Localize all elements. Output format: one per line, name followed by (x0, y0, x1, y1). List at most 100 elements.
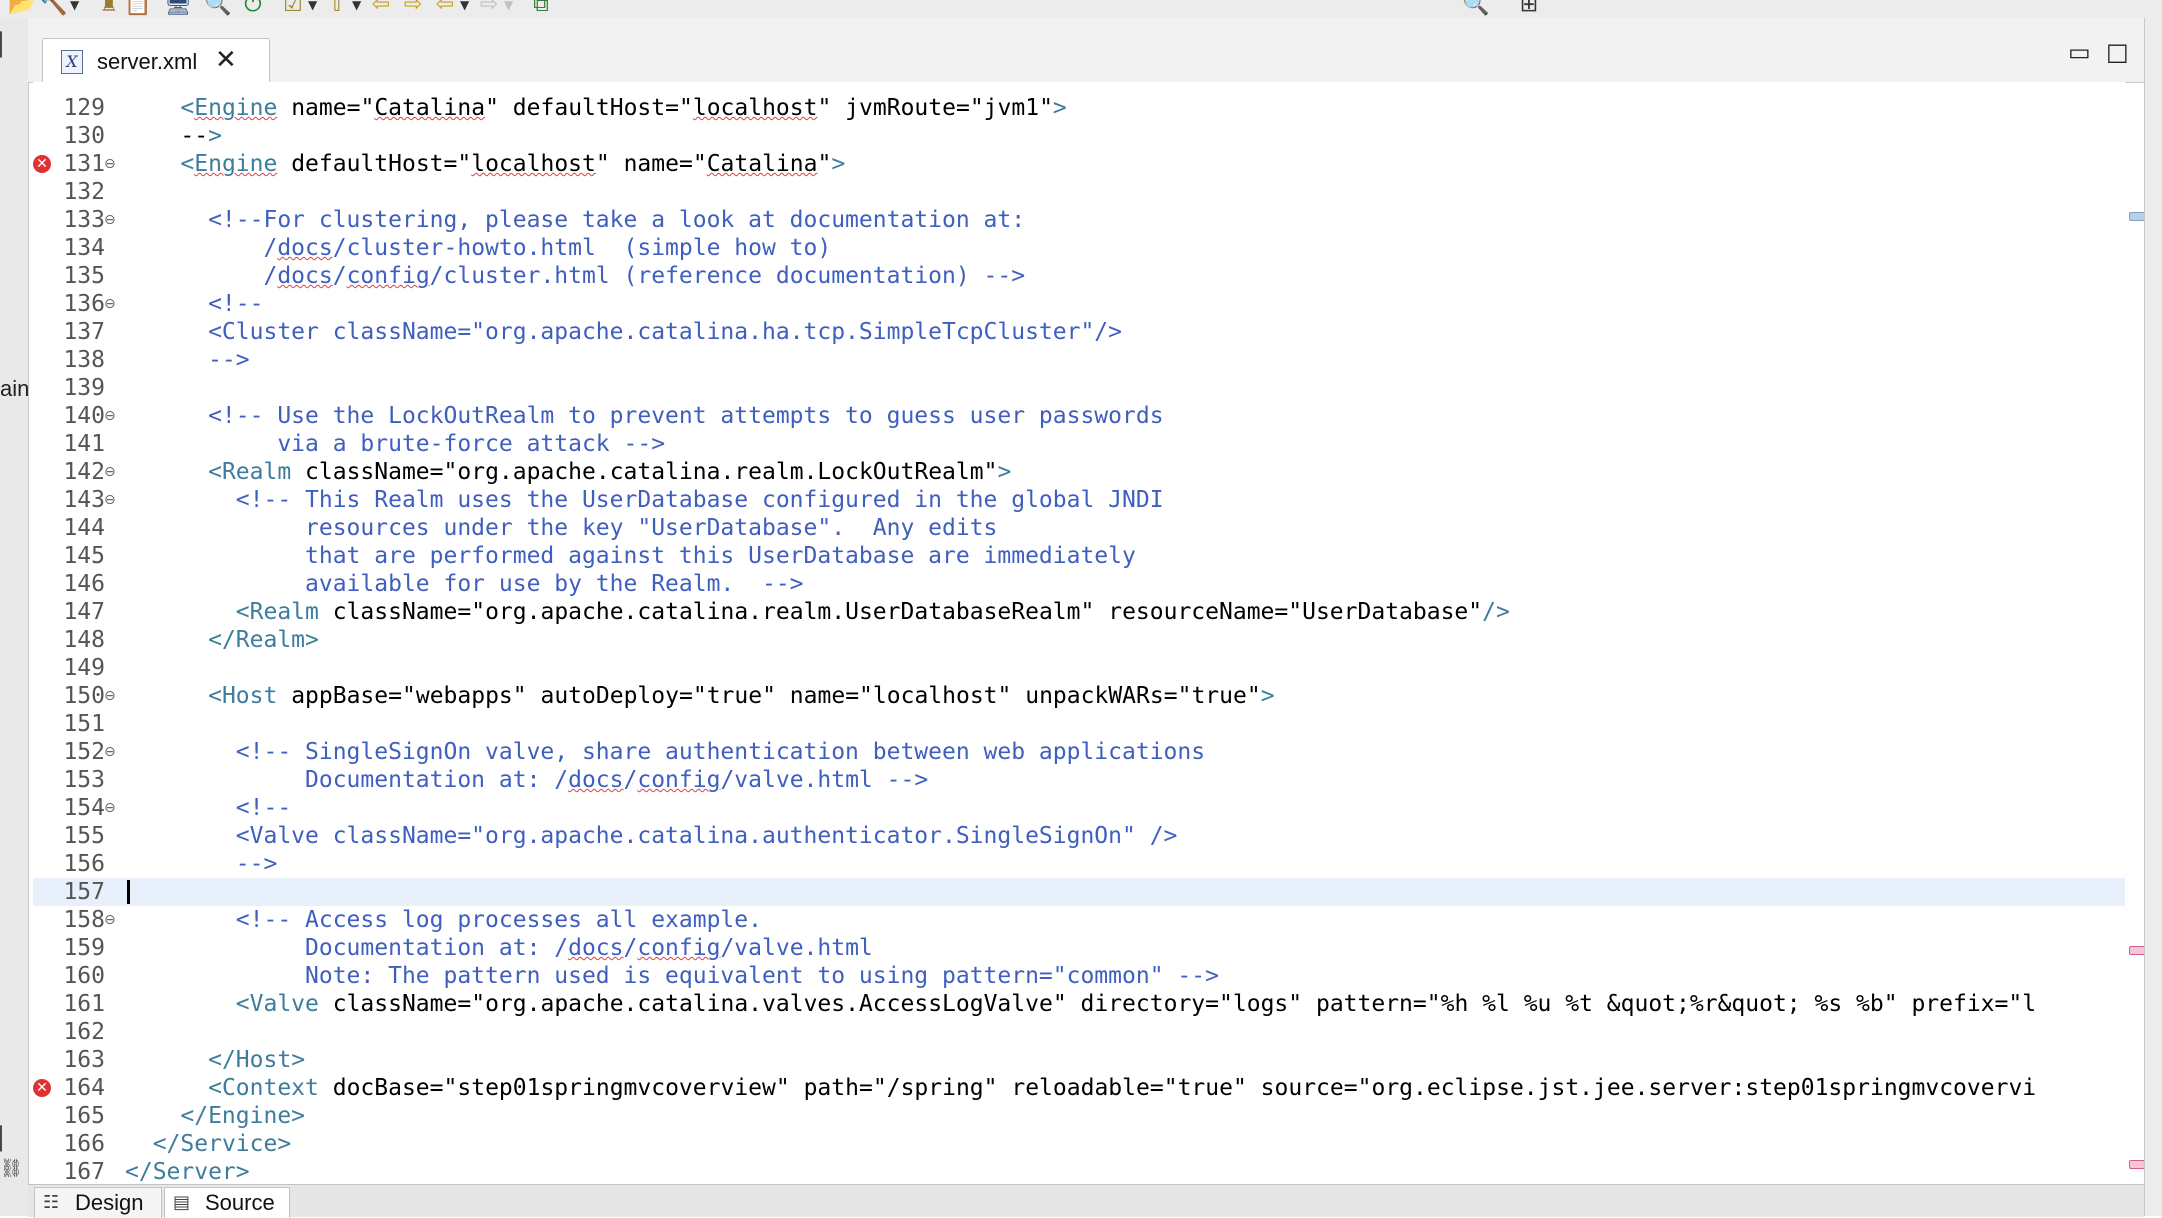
line-number: 165 (63, 1103, 105, 1129)
code-line[interactable]: 159 Documentation at: /docs/config/valve… (33, 934, 2125, 962)
chevron-down-icon[interactable]: ▼ (70, 0, 79, 12)
code-text: via a brute-force attack --> (125, 431, 666, 457)
code-line[interactable]: 134 /docs/cluster-howto.html (simple how… (33, 234, 2125, 262)
chevron-down-icon[interactable]: ▼ (308, 0, 317, 12)
code-line[interactable]: 156 --> (33, 850, 2125, 878)
code-line[interactable]: 138 --> (33, 346, 2125, 374)
code-line[interactable]: 136 ⊖ <!-- (33, 290, 2125, 318)
code-line[interactable]: 166 </Service> (33, 1130, 2125, 1158)
code-text: </Realm> (208, 627, 319, 653)
back-history-icon[interactable]: ⇦ (432, 0, 458, 16)
fold-toggle-icon[interactable]: ⊖ (104, 150, 116, 178)
code-line[interactable]: 148 </Realm> (33, 626, 2125, 654)
tab-server-xml[interactable]: X server.xml ✕ (42, 38, 270, 83)
fold-toggle-icon[interactable]: ⊖ (104, 682, 116, 710)
line-number: 140 (63, 403, 105, 429)
code-line[interactable]: 142 ⊖ <Realm className="org.apache.catali… (33, 458, 2125, 486)
code-text: </Host> (208, 1047, 306, 1073)
text-cursor (127, 880, 130, 904)
code-line[interactable]: 135 /docs/config/cluster.html (reference… (33, 262, 2125, 290)
overview-marker[interactable] (2129, 212, 2145, 221)
hammer-icon[interactable]: 🔨 (40, 0, 67, 16)
code-line[interactable]: 145 that are performed against this User… (33, 542, 2125, 570)
forward-arrow-icon[interactable]: ⇨ (400, 0, 426, 16)
line-number: 129 (63, 95, 105, 121)
code-line[interactable]: 144 resources under the key "UserDatabas… (33, 514, 2125, 542)
code-line[interactable]: 147 <Realm className="org.apache.catalin… (33, 598, 2125, 626)
left-panel-strip: ▏ ain ▏ ⛓ (0, 18, 29, 1216)
code-line[interactable]: 157 (33, 878, 2125, 906)
fold-toggle-icon[interactable]: ⊖ (104, 738, 116, 766)
perspective-icon[interactable]: ⊞ (1516, 0, 1542, 16)
code-line[interactable]: 165 </Engine> (33, 1102, 2125, 1130)
fold-toggle-icon[interactable]: ⊖ (104, 290, 116, 318)
code-line[interactable]: 132 (33, 178, 2125, 206)
fold-toggle-icon[interactable]: ⊖ (104, 906, 116, 934)
right-panel-strip (2144, 18, 2162, 1216)
code-line[interactable]: 153 Documentation at: /docs/config/valve… (33, 766, 2125, 794)
minimize-icon[interactable]: ▭ (2068, 38, 2091, 66)
line-number: 149 (63, 655, 105, 681)
clipboard-icon[interactable]: 📋 (124, 0, 151, 16)
fold-toggle-icon[interactable]: ⊖ (104, 206, 116, 234)
code-text: Note: The pattern used is equivalent to … (125, 963, 1219, 989)
stamp-icon[interactable]: ♜ (96, 0, 122, 16)
code-line[interactable]: 158 ⊖ <!-- Access log processes all examp… (33, 906, 2125, 934)
maximize-icon[interactable]: □ (2106, 38, 2129, 66)
code-line[interactable]: 143 ⊖ <!-- This Realm uses the UserDataba… (33, 486, 2125, 514)
code-text: <Realm className="org.apache.catalina.re… (208, 459, 1012, 485)
code-line[interactable]: 137 <Cluster className="org.apache.catal… (33, 318, 2125, 346)
monitor-icon[interactable]: 🖥 (164, 0, 192, 16)
tab-source[interactable]: ▤ Source (164, 1187, 290, 1218)
chevron-down-icon[interactable]: ▼ (460, 0, 469, 12)
code-text: Documentation at: /docs/config/valve.htm… (125, 767, 929, 793)
external-window-icon[interactable]: ⧉ (528, 0, 554, 16)
xml-source-editor[interactable]: 129 <Engine name="Catalina" defaultHost=… (33, 82, 2125, 1184)
code-line[interactable]: 141 via a brute-force attack --> (33, 430, 2125, 458)
code-line[interactable]: 151 (33, 710, 2125, 738)
code-line[interactable]: 155 <Valve className="org.apache.catalin… (33, 822, 2125, 850)
tab-design[interactable]: ☷ Design (34, 1187, 162, 1218)
code-line[interactable]: 154 ⊖ <!-- (33, 794, 2125, 822)
close-icon[interactable]: ✕ (215, 45, 237, 75)
code-line[interactable]: 162 (33, 1018, 2125, 1046)
fold-toggle-icon[interactable]: ⊖ (104, 486, 116, 514)
search-icon[interactable]: 🔍 (204, 0, 231, 16)
chevron-down-icon[interactable]: ▼ (352, 0, 361, 12)
overview-marker[interactable] (2129, 946, 2145, 955)
search-icon[interactable]: 🔍 (1462, 0, 1489, 16)
overview-marker[interactable] (2129, 1160, 2145, 1169)
code-line[interactable]: 161 <Valve className="org.apache.catalin… (33, 990, 2125, 1018)
chevron-down-icon[interactable]: ▼ (504, 0, 513, 12)
code-text: <Engine defaultHost="localhost" name="Ca… (180, 151, 846, 177)
code-line[interactable]: 140 ⊖ <!-- Use the LockOutRealm to preven… (33, 402, 2125, 430)
fold-toggle-icon[interactable]: ⊖ (104, 458, 116, 486)
code-line[interactable]: 152 ⊖ <!-- SingleSignOn valve, share auth… (33, 738, 2125, 766)
task-icon[interactable]: ☑ (280, 0, 306, 16)
code-line[interactable]: 160 Note: The pattern used is equivalent… (33, 962, 2125, 990)
code-line[interactable]: 167 </Server> (33, 1158, 2125, 1184)
line-number: 142 (63, 459, 105, 485)
code-text: <!-- (125, 291, 264, 317)
fold-toggle-icon[interactable]: ⊖ (104, 402, 116, 430)
code-line[interactable]: ✕ 164 <Context docBase="step01springmvcov… (33, 1074, 2125, 1102)
panel-edge-icon: ▏ (0, 32, 17, 57)
power-icon[interactable]: ⏻ (240, 0, 266, 16)
code-line[interactable]: 146 available for use by the Realm. --> (33, 570, 2125, 598)
code-line[interactable]: 129 <Engine name="Catalina" defaultHost=… (33, 94, 2125, 122)
line-number: 157 (63, 879, 105, 905)
code-line[interactable]: 150 ⊖ <Host appBase="webapps" autoDeploy=… (33, 682, 2125, 710)
back-arrow-icon[interactable]: ⇦ (368, 0, 394, 16)
forward-history-icon[interactable]: ⇨ (476, 0, 502, 16)
editor-tab-bar: X server.xml ✕ ▭ □ (28, 18, 2144, 83)
code-line[interactable]: 163 </Host> (33, 1046, 2125, 1074)
fold-toggle-icon[interactable]: ⊖ (104, 794, 116, 822)
open-folder-icon[interactable]: 📂 (8, 0, 35, 16)
code-text: <!-- Access log processes all example. (125, 907, 762, 933)
code-line[interactable]: 133 ⊖ <!--For clustering, please take a l… (33, 206, 2125, 234)
code-line[interactable]: 139 (33, 374, 2125, 402)
up-arrow-icon[interactable]: ⇧ (324, 0, 350, 16)
code-line[interactable]: ✕ 131 ⊖ <Engine defaultHost="localhost" na… (33, 150, 2125, 178)
code-line[interactable]: 130 --> (33, 122, 2125, 150)
code-line[interactable]: 149 (33, 654, 2125, 682)
